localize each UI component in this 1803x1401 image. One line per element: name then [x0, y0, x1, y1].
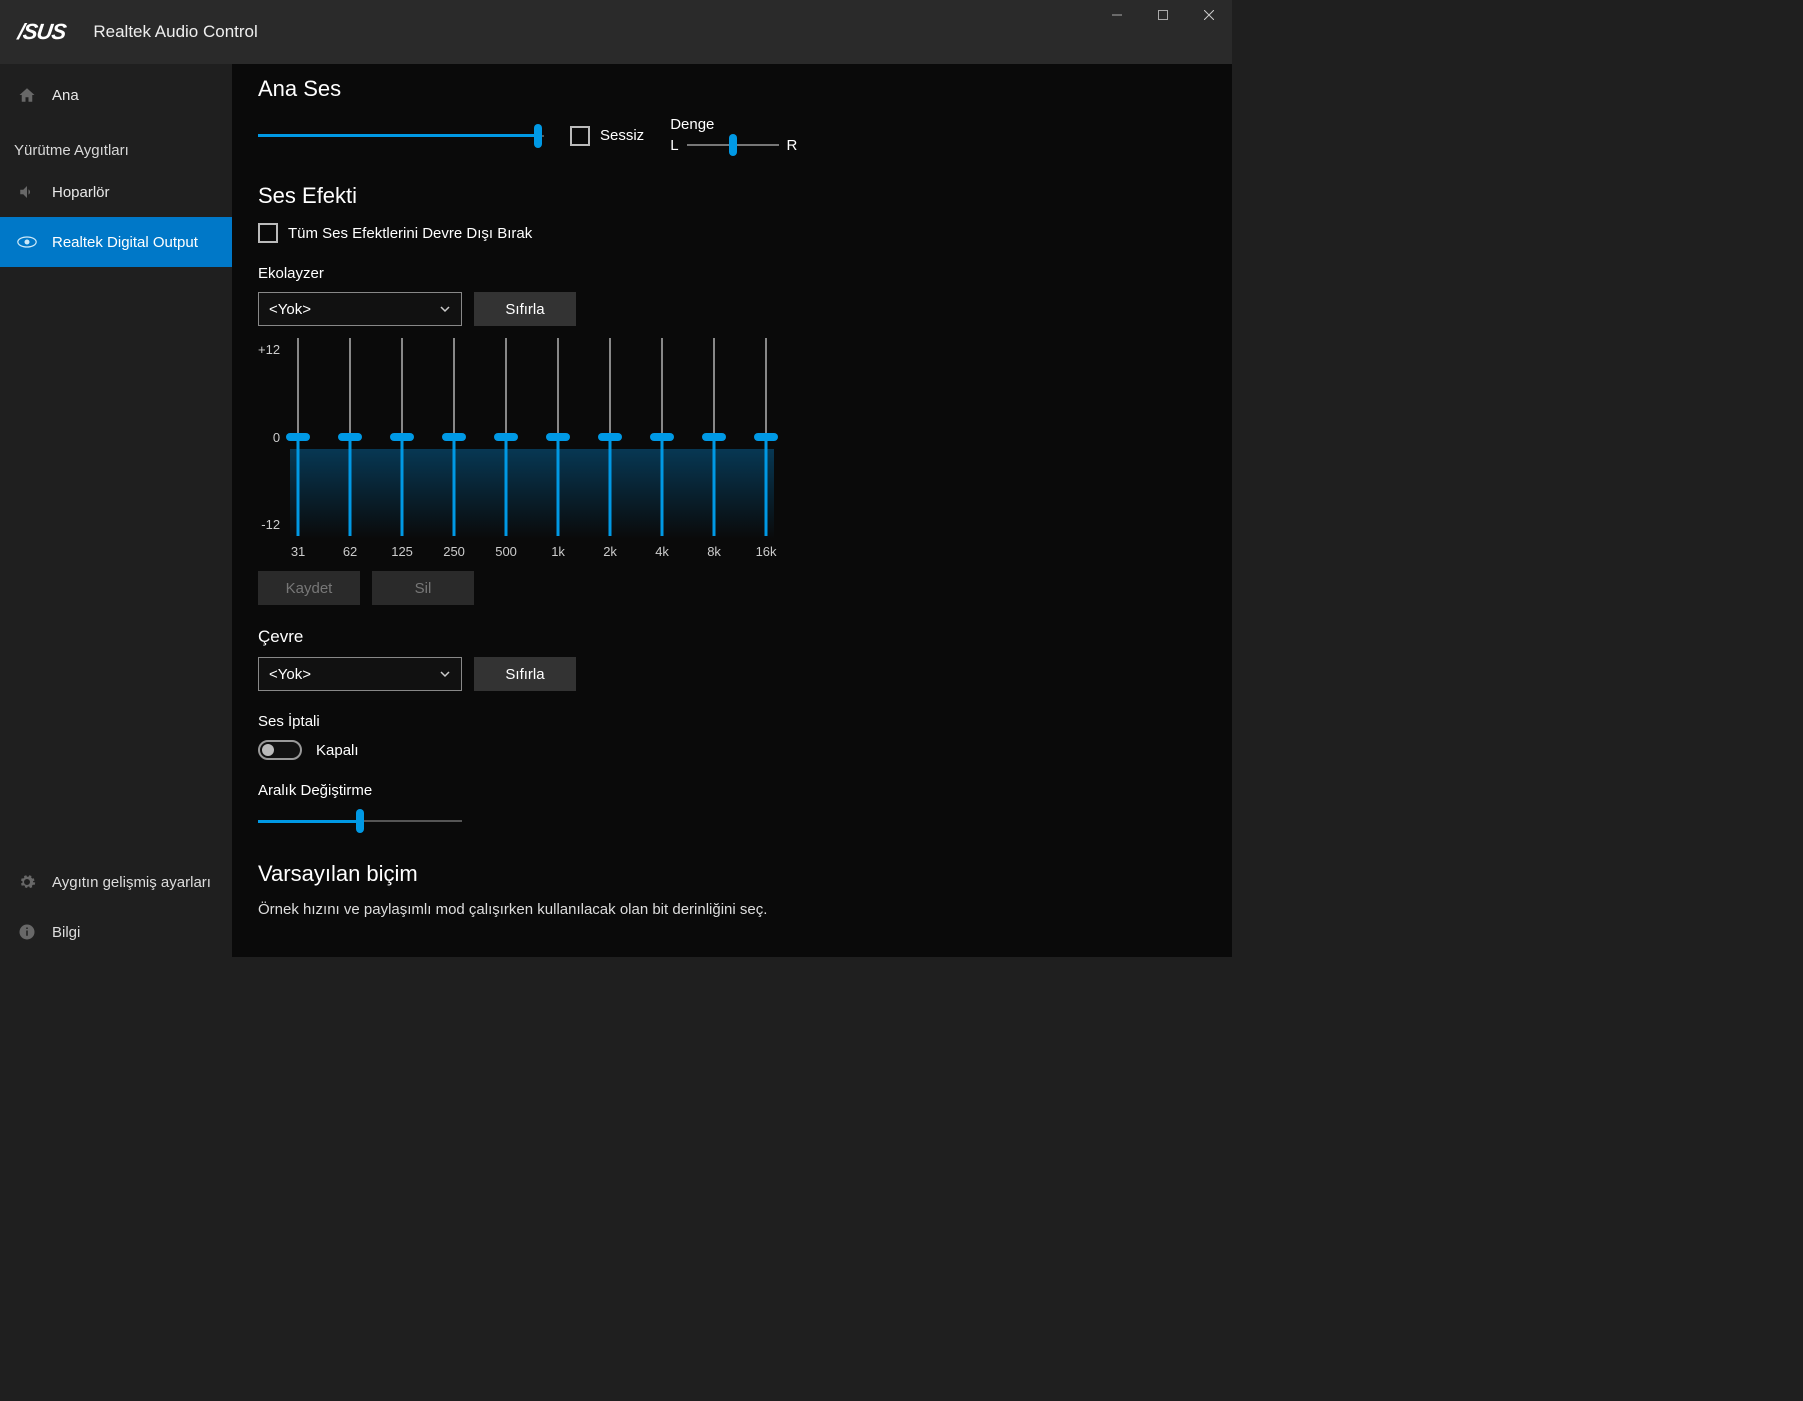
- main-volume-slider[interactable]: [258, 124, 544, 148]
- eq-freq-label: 8k: [707, 544, 721, 559]
- sidebar-item-advanced[interactable]: Aygıtın gelişmiş ayarları: [0, 857, 232, 907]
- sidebar-item-label: Aygıtın gelişmiş ayarları: [52, 874, 211, 891]
- eq-band-125[interactable]: [394, 338, 410, 536]
- balance-title: Denge: [670, 116, 797, 133]
- balance-slider[interactable]: [687, 135, 779, 155]
- window-controls: [1094, 0, 1232, 30]
- mute-checkbox[interactable]: Sessiz: [570, 126, 644, 146]
- sidebar-item-label: Hoparlör: [52, 184, 110, 201]
- eq-freq-label: 62: [343, 544, 357, 559]
- sidebar-item-label: Bilgi: [52, 924, 80, 941]
- environment-preset-value: <Yok>: [269, 666, 311, 683]
- sidebar: Ana Yürütme Aygıtları Hoparlör Realtek D…: [0, 64, 232, 957]
- balance-left-label: L: [670, 137, 678, 154]
- eq-band-2k[interactable]: [602, 338, 618, 536]
- equalizer-title: Ekolayzer: [258, 265, 1192, 282]
- asus-logo: /SUS: [16, 19, 67, 45]
- eq-band-8k[interactable]: [706, 338, 722, 536]
- pitch-shift-slider[interactable]: [258, 809, 462, 833]
- app-title: Realtek Audio Control: [93, 22, 257, 42]
- close-button[interactable]: [1186, 0, 1232, 30]
- mute-label: Sessiz: [600, 127, 644, 144]
- info-icon: [16, 923, 38, 941]
- content-panel: Ana Ses Sessiz Denge L: [232, 64, 1232, 957]
- eq-band-62[interactable]: [342, 338, 358, 536]
- eq-y-top: +12: [258, 342, 280, 357]
- sidebar-item-digital-output[interactable]: Realtek Digital Output: [0, 217, 232, 267]
- eq-freq-label: 250: [443, 544, 465, 559]
- equalizer-save-button[interactable]: Kaydet: [258, 571, 360, 605]
- environment-preset-dropdown[interactable]: <Yok>: [258, 657, 462, 691]
- eq-freq-label: 16k: [756, 544, 777, 559]
- sidebar-item-home[interactable]: Ana: [0, 70, 232, 120]
- voice-cancel-title: Ses İptali: [258, 713, 1192, 730]
- eq-freq-label: 2k: [603, 544, 617, 559]
- sidebar-item-speaker[interactable]: Hoparlör: [0, 167, 232, 217]
- sidebar-item-label: Realtek Digital Output: [52, 234, 198, 251]
- environment-title: Çevre: [258, 627, 1192, 647]
- eq-y-mid: 0: [273, 430, 280, 445]
- equalizer-preset-value: <Yok>: [269, 301, 311, 318]
- sidebar-item-label: Ana: [52, 87, 79, 104]
- speaker-icon: [16, 183, 38, 201]
- eq-band-1k[interactable]: [550, 338, 566, 536]
- titlebar: /SUS Realtek Audio Control: [0, 0, 1232, 64]
- chevron-down-icon: [439, 668, 451, 680]
- default-format-desc: Örnek hızını ve paylaşımlı mod çalışırke…: [258, 901, 1192, 918]
- disable-all-effects-checkbox[interactable]: Tüm Ses Efektlerini Devre Dışı Bırak: [258, 223, 1192, 243]
- chevron-down-icon: [439, 303, 451, 315]
- eq-band-500[interactable]: [498, 338, 514, 536]
- eq-band-250[interactable]: [446, 338, 462, 536]
- sound-effect-title: Ses Efekti: [258, 183, 1192, 209]
- eq-freq-label: 125: [391, 544, 413, 559]
- pitch-shift-title: Aralık Değiştirme: [258, 782, 1192, 799]
- equalizer-delete-button[interactable]: Sil: [372, 571, 474, 605]
- maximize-button[interactable]: [1140, 0, 1186, 30]
- equalizer-bands: 31 62 125 250 500 1k 2k 4k 8k 16k: [290, 338, 774, 559]
- eq-band-4k[interactable]: [654, 338, 670, 536]
- eq-band-31[interactable]: [290, 338, 306, 536]
- equalizer-reset-button[interactable]: Sıfırla: [474, 292, 576, 326]
- eq-y-bot: -12: [261, 517, 280, 532]
- gear-icon: [16, 873, 38, 891]
- eq-freq-label: 1k: [551, 544, 565, 559]
- default-format-title: Varsayılan biçim: [258, 861, 1192, 887]
- eq-freq-label: 4k: [655, 544, 669, 559]
- playback-devices-header: Yürütme Aygıtları: [0, 132, 232, 167]
- voice-cancel-toggle[interactable]: Kapalı: [258, 740, 1192, 760]
- balance-right-label: R: [787, 137, 798, 154]
- eq-freq-label: 31: [291, 544, 305, 559]
- equalizer-preset-dropdown[interactable]: <Yok>: [258, 292, 462, 326]
- voice-cancel-value: Kapalı: [316, 742, 359, 759]
- environment-reset-button[interactable]: Sıfırla: [474, 657, 576, 691]
- disable-all-effects-label: Tüm Ses Efektlerini Devre Dışı Bırak: [288, 225, 532, 242]
- home-icon: [16, 86, 38, 104]
- main-sound-title: Ana Ses: [258, 76, 1192, 102]
- digital-output-icon: [16, 235, 38, 249]
- eq-band-16k[interactable]: [758, 338, 774, 536]
- sidebar-item-info[interactable]: Bilgi: [0, 907, 232, 957]
- eq-freq-label: 500: [495, 544, 517, 559]
- minimize-button[interactable]: [1094, 0, 1140, 30]
